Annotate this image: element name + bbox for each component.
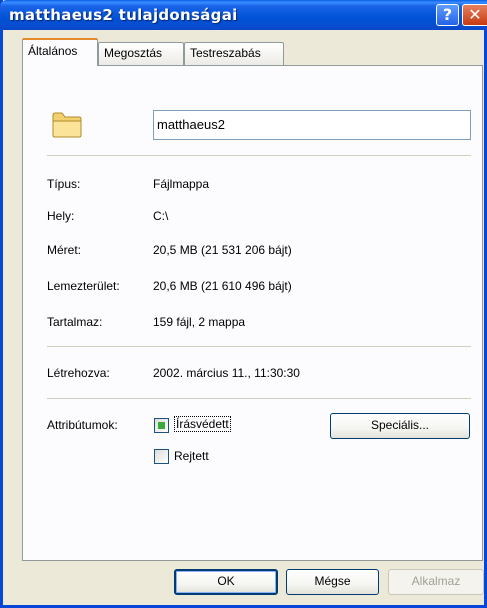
contains-value: 159 fájl, 2 mappa [153,315,246,329]
window-title: matthaeus2 tulajdonságai [9,6,238,24]
size-label: Méret: [47,243,82,257]
separator [47,155,471,156]
tab-customize[interactable]: Testreszabás [184,42,284,65]
help-button[interactable]: ? [436,4,459,26]
type-value: Fájlmappa [153,177,210,191]
hidden-label[interactable]: Rejtett [174,449,209,463]
location-value: C:\ [153,209,169,223]
ok-button[interactable]: OK [174,569,278,595]
readonly-label[interactable]: Írásvédett [174,416,231,432]
disk-size-value: 20,6 MB (21 610 496 bájt) [153,279,292,293]
properties-dialog: matthaeus2 tulajdonságai ? ✕ Általános M… [0,0,487,608]
attributes-label: Attribútumok: [47,418,118,432]
folder-icon [52,112,82,138]
tab-sharing[interactable]: Megosztás [98,42,184,65]
disk-size-label: Lemezterület: [47,279,120,293]
title-bar[interactable]: matthaeus2 tulajdonságai ? ✕ [0,0,487,30]
general-tab-panel: matthaeus2 Típus: Fájlmappa Hely: C:\ Mé… [22,65,483,561]
apply-button[interactable]: Alkalmaz [388,569,484,595]
tab-general[interactable]: Általános [22,38,98,66]
advanced-button[interactable]: Speciális... [330,413,470,439]
readonly-checkbox[interactable] [154,418,169,433]
location-label: Hely: [47,209,75,223]
separator [47,346,471,347]
created-label: Létrehozva: [47,366,110,380]
cancel-button[interactable]: Mégse [286,569,379,595]
close-button[interactable]: ✕ [462,4,487,26]
separator [47,398,471,399]
size-value: 20,5 MB (21 531 206 bájt) [153,243,292,257]
folder-name-input[interactable]: matthaeus2 [153,110,471,140]
created-value: 2002. március 11., 11:30:30 [153,366,300,380]
type-label: Típus: [47,177,81,191]
contains-label: Tartalmaz: [47,315,103,329]
hidden-checkbox[interactable] [154,449,169,464]
